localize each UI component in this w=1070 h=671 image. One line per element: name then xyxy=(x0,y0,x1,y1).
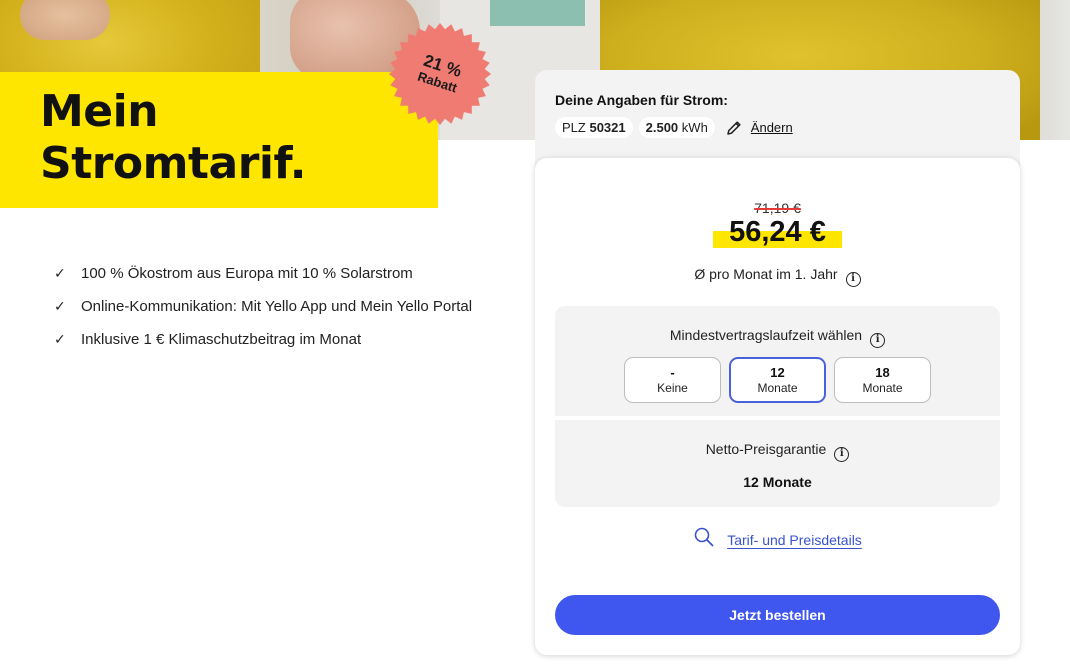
check-icon: ✓ xyxy=(54,265,66,281)
page-title-box: Mein Stromtarif. xyxy=(0,72,438,208)
benefit-text: Inklusive 1 € Klimaschutzbeitrag im Mona… xyxy=(81,331,362,348)
inputs-heading: Deine Angaben für Strom: xyxy=(555,92,728,108)
benefit-item: ✓ 100 % Ökostrom aus Europa mit 10 % Sola… xyxy=(54,257,472,290)
hero-hand-left xyxy=(20,0,110,40)
term-option-value: 18 xyxy=(875,364,890,380)
check-icon: ✓ xyxy=(54,331,66,347)
discount-sticker: 21 % Rabatt xyxy=(388,22,492,126)
term-options: - Keine 12 Monate 18 Monate xyxy=(555,357,1000,403)
page-title-line1: Mein xyxy=(40,86,159,137)
price-note: Ø pro Monat im 1. Jahr i xyxy=(535,266,1020,287)
new-price: 56,24 € xyxy=(713,216,842,249)
tariff-details-label: Tarif- und Preisdetails xyxy=(727,531,862,548)
term-option-label: Monate xyxy=(757,380,798,395)
hero-picture-frame xyxy=(490,0,585,26)
term-selector: Mindestvertragslaufzeit wählen i - Keine … xyxy=(555,306,1000,416)
benefit-item: ✓ Online-Kommunikation: Mit Yello App und… xyxy=(54,290,472,323)
info-icon[interactable]: i xyxy=(845,272,861,287)
consumption-unit: kWh xyxy=(681,120,708,135)
guarantee-title-text: Netto-Preisgarantie xyxy=(705,441,827,457)
tariff-details-link[interactable]: Tarif- und Preisdetails xyxy=(535,526,1020,553)
benefit-list: ✓ 100 % Ökostrom aus Europa mit 10 % Sola… xyxy=(54,257,472,356)
order-button[interactable]: Jetzt bestellen xyxy=(555,595,1000,635)
old-price-value: 71,19 € xyxy=(754,200,801,216)
benefit-text: 100 % Ökostrom aus Europa mit 10 % Solar… xyxy=(81,265,413,282)
pencil-icon[interactable] xyxy=(725,119,743,137)
benefit-text: Online-Kommunikation: Mit Yello App und … xyxy=(81,298,473,315)
price-guarantee: Netto-Preisgarantie i 12 Monate xyxy=(555,420,1000,507)
tariff-card: 71,19 € 56,24 € Ø pro Monat im 1. Jahr i … xyxy=(535,158,1020,655)
guarantee-value: 12 Monate xyxy=(743,474,812,490)
guarantee-title: Netto-Preisgarantie i xyxy=(555,441,1000,462)
plz-label: PLZ xyxy=(562,120,586,135)
info-icon[interactable]: i xyxy=(834,447,850,462)
term-option-none[interactable]: - Keine xyxy=(624,357,721,403)
edit-inputs-link[interactable]: Ändern xyxy=(751,120,793,135)
price-note-text: Ø pro Monat im 1. Jahr xyxy=(694,266,838,282)
plz-value: 50321 xyxy=(589,120,626,135)
consumption-pill: 2.500 kWh xyxy=(638,117,715,138)
plz-pill: PLZ 50321 xyxy=(555,117,633,138)
search-icon xyxy=(693,526,715,553)
page-title-line2: Stromtarif. xyxy=(40,138,306,189)
check-icon: ✓ xyxy=(54,298,66,314)
new-price-value: 56,24 € xyxy=(729,216,826,248)
consumption-value: 2.500 xyxy=(645,120,679,135)
term-title-text: Mindestvertragslaufzeit wählen xyxy=(669,327,863,343)
term-option-12-months[interactable]: 12 Monate xyxy=(729,357,826,403)
term-option-value: - xyxy=(670,364,675,380)
benefit-item: ✓ Inklusive 1 € Klimaschutzbeitrag im Mon… xyxy=(54,323,472,356)
term-option-value: 12 xyxy=(770,364,785,380)
term-option-label: Keine xyxy=(657,380,688,395)
term-title: Mindestvertragslaufzeit wählen i xyxy=(555,327,1000,348)
term-option-18-months[interactable]: 18 Monate xyxy=(834,357,931,403)
new-price-wrap: 56,24 € xyxy=(535,216,1020,249)
info-icon[interactable]: i xyxy=(870,333,886,348)
term-option-label: Monate xyxy=(862,380,903,395)
old-price: 71,19 € xyxy=(535,200,1020,216)
